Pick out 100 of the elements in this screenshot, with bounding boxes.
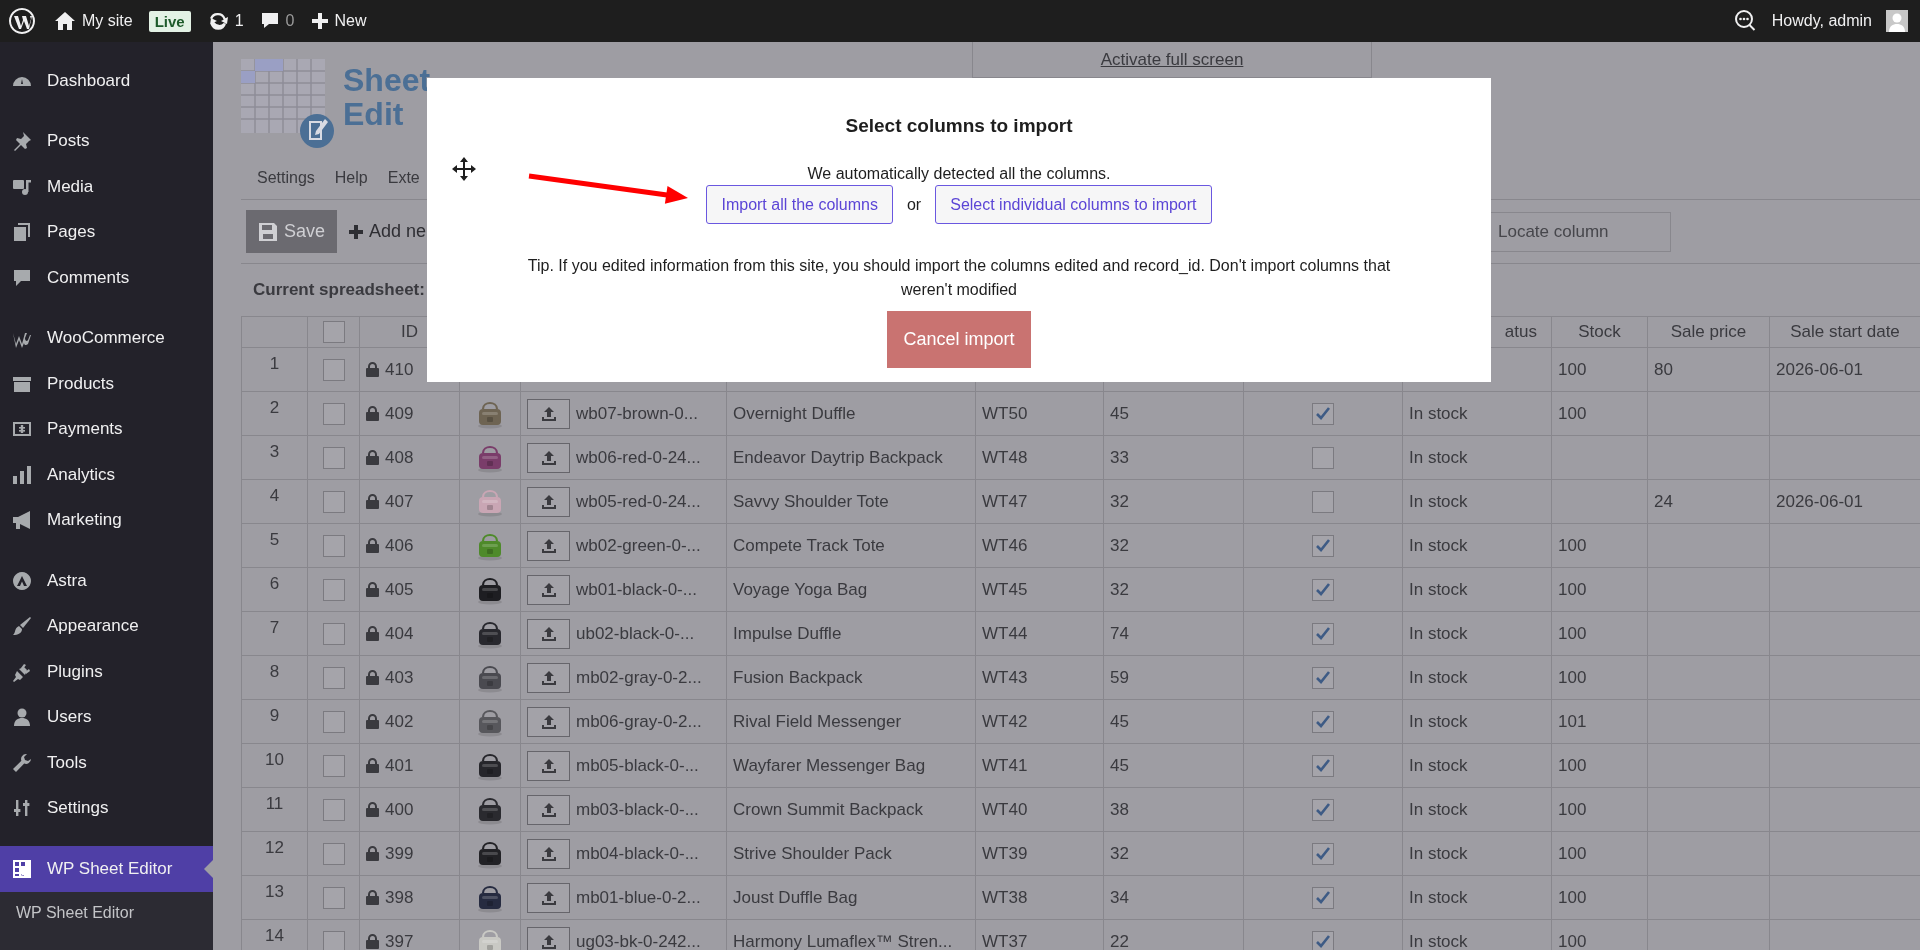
upload-icon	[539, 493, 558, 510]
upload-icon	[539, 625, 558, 642]
checkbox[interactable]	[322, 358, 345, 381]
menu-item[interactable]: Exte	[387, 168, 420, 187]
checkbox[interactable]	[1312, 534, 1334, 557]
table-cell: 2026-06-01	[1770, 348, 1920, 392]
logo-text: Edit	[343, 97, 405, 131]
checkbox[interactable]	[322, 578, 345, 601]
site-link[interactable]: My site	[54, 11, 133, 31]
table-cell: 100	[1552, 832, 1648, 876]
sidebar-item[interactable]: Astra	[0, 558, 213, 604]
sidebar-item[interactable]: Settings	[0, 785, 213, 831]
table-cell: 80	[1648, 348, 1770, 392]
upload-icon	[539, 801, 558, 818]
checkbox[interactable]	[1312, 446, 1334, 469]
table-cell: 100	[1552, 876, 1648, 920]
checkbox[interactable]	[1312, 710, 1334, 733]
sidebar-item[interactable]: Products	[0, 361, 213, 407]
table-cell: WT38	[976, 876, 1104, 920]
table-cell: 100	[1552, 744, 1648, 788]
lock-icon	[366, 538, 379, 553]
checkbox[interactable]	[1312, 842, 1334, 865]
checkbox[interactable]	[1312, 490, 1334, 513]
sidebar-item[interactable]: Posts	[0, 118, 213, 164]
upload-button[interactable]	[527, 574, 570, 605]
table-cell: 74	[1104, 612, 1244, 656]
sidebar-item[interactable]: Users	[0, 694, 213, 740]
table-cell: 45	[1104, 700, 1244, 744]
menu-item[interactable]: Settings	[257, 168, 315, 187]
checkbox[interactable]	[322, 930, 345, 950]
checkbox[interactable]	[1312, 578, 1334, 601]
sidebar-item[interactable]: WooCommerce	[0, 315, 213, 361]
checkbox[interactable]	[1312, 930, 1334, 950]
checkbox[interactable]	[322, 886, 345, 909]
sidebar-item[interactable]: Payments	[0, 406, 213, 452]
upload-button[interactable]	[527, 662, 570, 693]
sidebar-item[interactable]: WP Sheet Editor	[0, 846, 213, 892]
row-number: 9	[242, 700, 308, 744]
checkbox[interactable]	[322, 622, 345, 645]
checkbox[interactable]	[322, 490, 345, 513]
sidebar-item[interactable]: Media	[0, 164, 213, 210]
upload-icon	[539, 713, 558, 730]
checkbox[interactable]	[322, 446, 345, 469]
table-cell: In stock	[1403, 436, 1552, 480]
checkbox[interactable]	[1312, 798, 1334, 821]
sidebar-item[interactable]: Appearance	[0, 603, 213, 649]
table-cell: In stock	[1403, 612, 1552, 656]
row-number: 5	[242, 524, 308, 568]
checkbox[interactable]	[1312, 666, 1334, 689]
sidebar-item[interactable]: Pages	[0, 209, 213, 255]
checkbox[interactable]	[322, 402, 345, 425]
checkbox[interactable]	[1312, 402, 1334, 425]
upload-button[interactable]	[527, 750, 570, 781]
new-link[interactable]: New	[310, 12, 367, 30]
checkbox[interactable]	[322, 842, 345, 865]
checkbox[interactable]	[1312, 622, 1334, 645]
checkbox[interactable]	[322, 710, 345, 733]
import-all-button[interactable]: Import all the columns	[706, 185, 893, 224]
modal-message: We automatically detected all the columns.	[807, 164, 1111, 184]
upload-button[interactable]	[527, 398, 570, 429]
greeting-link[interactable]: Howdy, admin	[1771, 12, 1872, 30]
cell-text: wb01-black-0-...	[576, 579, 697, 600]
checkbox[interactable]	[322, 534, 345, 557]
upload-button[interactable]	[527, 706, 570, 737]
upload-button[interactable]	[527, 838, 570, 869]
sidebar-item[interactable]: Dashboard	[0, 58, 213, 104]
checkbox[interactable]	[322, 754, 345, 777]
upload-icon	[539, 581, 558, 598]
upload-button[interactable]	[527, 442, 570, 473]
table-cell: WT42	[976, 700, 1104, 744]
updates-link[interactable]: 1	[206, 10, 244, 32]
table-cell: WT44	[976, 612, 1104, 656]
sidebar-item[interactable]: Plugins	[0, 649, 213, 695]
menu-item[interactable]: Help	[334, 168, 368, 187]
logo-icon	[8, 7, 36, 35]
table-cell: Impulse Duffle	[727, 612, 976, 656]
move-icon[interactable]	[452, 157, 476, 181]
checkbox[interactable]	[322, 666, 345, 689]
add-new-button[interactable]: Add ne	[349, 221, 427, 242]
upload-button[interactable]	[527, 926, 570, 950]
sidebar-item[interactable]: Comments	[0, 255, 213, 301]
upload-button[interactable]	[527, 618, 570, 649]
table-cell: WT47	[976, 480, 1104, 524]
upload-button[interactable]	[527, 530, 570, 561]
checkbox[interactable]	[1312, 886, 1334, 909]
table-cell: 2026-06-01	[1770, 480, 1920, 524]
sidebar-item[interactable]: Marketing	[0, 497, 213, 543]
comments-link[interactable]: 0	[259, 11, 295, 31]
cell-text: 401	[385, 755, 414, 776]
select-columns-button[interactable]: Select individual columns to import	[935, 185, 1212, 224]
sidebar-item[interactable]: Tools	[0, 740, 213, 786]
checkbox[interactable]	[1312, 754, 1334, 777]
upload-button[interactable]	[527, 486, 570, 517]
checkbox[interactable]	[322, 321, 345, 343]
cell-text: 410	[385, 359, 414, 380]
upload-button[interactable]	[527, 882, 570, 913]
checkbox[interactable]	[322, 798, 345, 821]
sidebar-item[interactable]: Analytics	[0, 452, 213, 498]
lock-icon	[366, 450, 379, 465]
upload-button[interactable]	[527, 794, 570, 825]
